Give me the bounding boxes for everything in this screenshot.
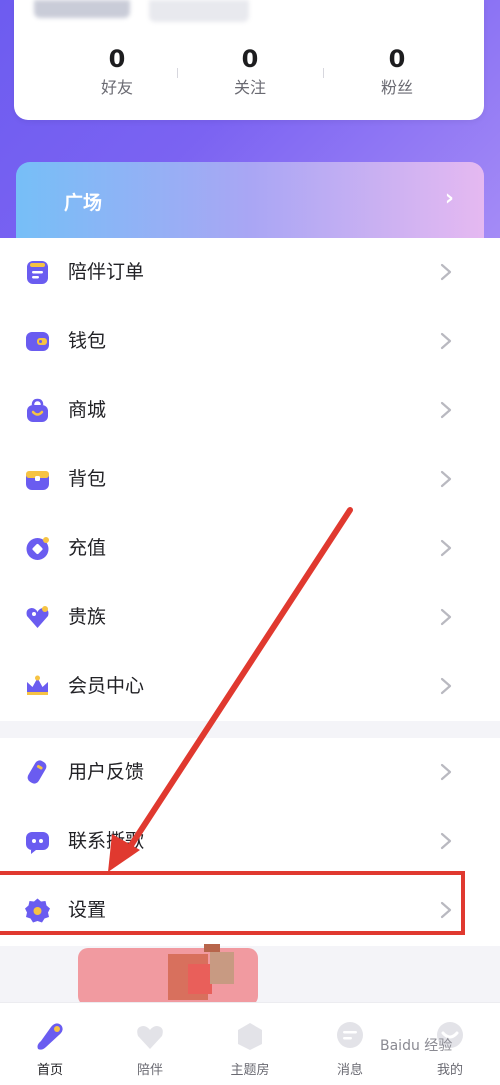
blurred-avatar [34, 0, 130, 18]
menu-item-label: 充值 [68, 537, 107, 559]
chevron-right-icon [440, 332, 452, 350]
chevron-right-icon [440, 832, 452, 850]
stat-following[interactable]: 0 关注 [190, 44, 310, 100]
menu-item-member-center[interactable]: 会员中心 [0, 652, 500, 721]
menu-item-label: 背包 [68, 468, 107, 490]
tab-label: 主题房 [230, 1063, 270, 1078]
chat-bubble-icon [26, 832, 49, 854]
coin-recharge-icon [26, 537, 49, 560]
menu-item-label: 钱包 [68, 330, 107, 352]
menu-item-contact[interactable]: 联系撕歌 [0, 807, 500, 876]
stat-following-count: 0 [241, 45, 259, 73]
shopping-bag-icon [27, 398, 48, 422]
menu-item-label: 联系撕歌 [68, 830, 145, 852]
stat-following-label: 关注 [233, 78, 266, 97]
stat-fans-label: 粉丝 [380, 78, 413, 97]
message-icon [337, 1022, 363, 1048]
plaza-banner[interactable]: 广场 › [16, 162, 484, 238]
menu-item-feedback[interactable]: 用户反馈 [0, 738, 500, 807]
chevron-right-icon: › [444, 186, 454, 211]
menu-item-label: 会员中心 [68, 675, 145, 697]
tab-label: 我的 [436, 1063, 463, 1078]
menu-item-label: 用户反馈 [68, 761, 145, 783]
settings-highlight-box [0, 871, 465, 935]
wallet-icon [26, 332, 49, 351]
menu-item-backpack[interactable]: 背包 [0, 445, 500, 514]
stat-fans-count: 0 [388, 45, 406, 73]
stat-fans[interactable]: 0 粉丝 [337, 44, 457, 100]
tab-companion[interactable]: 陪伴 [100, 1003, 200, 1085]
stat-friends-label: 好友 [100, 78, 133, 97]
chevron-right-icon [440, 608, 452, 626]
blurred-username [149, 0, 249, 22]
home-icon [37, 1023, 63, 1050]
menu-item-wallet[interactable]: 钱包 [0, 307, 500, 376]
stat-friends[interactable]: 0 好友 [57, 44, 177, 100]
theme-room-icon [238, 1023, 262, 1050]
tab-theme-room[interactable]: 主题房 [200, 1003, 300, 1085]
chevron-right-icon [440, 677, 452, 695]
menu-group-main: 陪伴订单 钱包 商城 背包 充值 贵族 会员中心 [0, 238, 500, 721]
watermark: Baidu 经验 [380, 1038, 453, 1054]
menu-item-label: 贵族 [68, 606, 107, 628]
companion-icon [137, 1026, 163, 1049]
tab-home[interactable]: 首页 [0, 1003, 100, 1085]
heart-diamond-icon [26, 606, 49, 628]
blurred-promo-banner [78, 944, 258, 1006]
menu-item-label: 商城 [68, 399, 107, 421]
tab-label: 消息 [336, 1063, 363, 1078]
chevron-right-icon [440, 539, 452, 557]
crown-icon [27, 675, 48, 695]
menu-item-nobility[interactable]: 贵族 [0, 583, 500, 652]
stat-friends-count: 0 [108, 45, 126, 73]
backpack-icon [26, 471, 49, 490]
chevron-right-icon [440, 470, 452, 488]
menu-item-mall[interactable]: 商城 [0, 376, 500, 445]
menu-item-companion-orders[interactable]: 陪伴订单 [0, 238, 500, 307]
menu-item-label: 陪伴订单 [68, 261, 145, 283]
chevron-right-icon [440, 401, 452, 419]
order-list-icon [27, 261, 48, 284]
stat-divider [177, 68, 178, 78]
tab-label: 首页 [36, 1063, 63, 1078]
feedback-pen-icon [27, 760, 47, 784]
stat-divider [323, 68, 324, 78]
stats-card: 0 好友 0 关注 0 粉丝 [14, 0, 484, 120]
chevron-right-icon [440, 263, 452, 281]
plaza-label: 广场 [64, 192, 103, 214]
chevron-right-icon [440, 763, 452, 781]
tab-label: 陪伴 [136, 1063, 163, 1078]
menu-item-recharge[interactable]: 充值 [0, 514, 500, 583]
